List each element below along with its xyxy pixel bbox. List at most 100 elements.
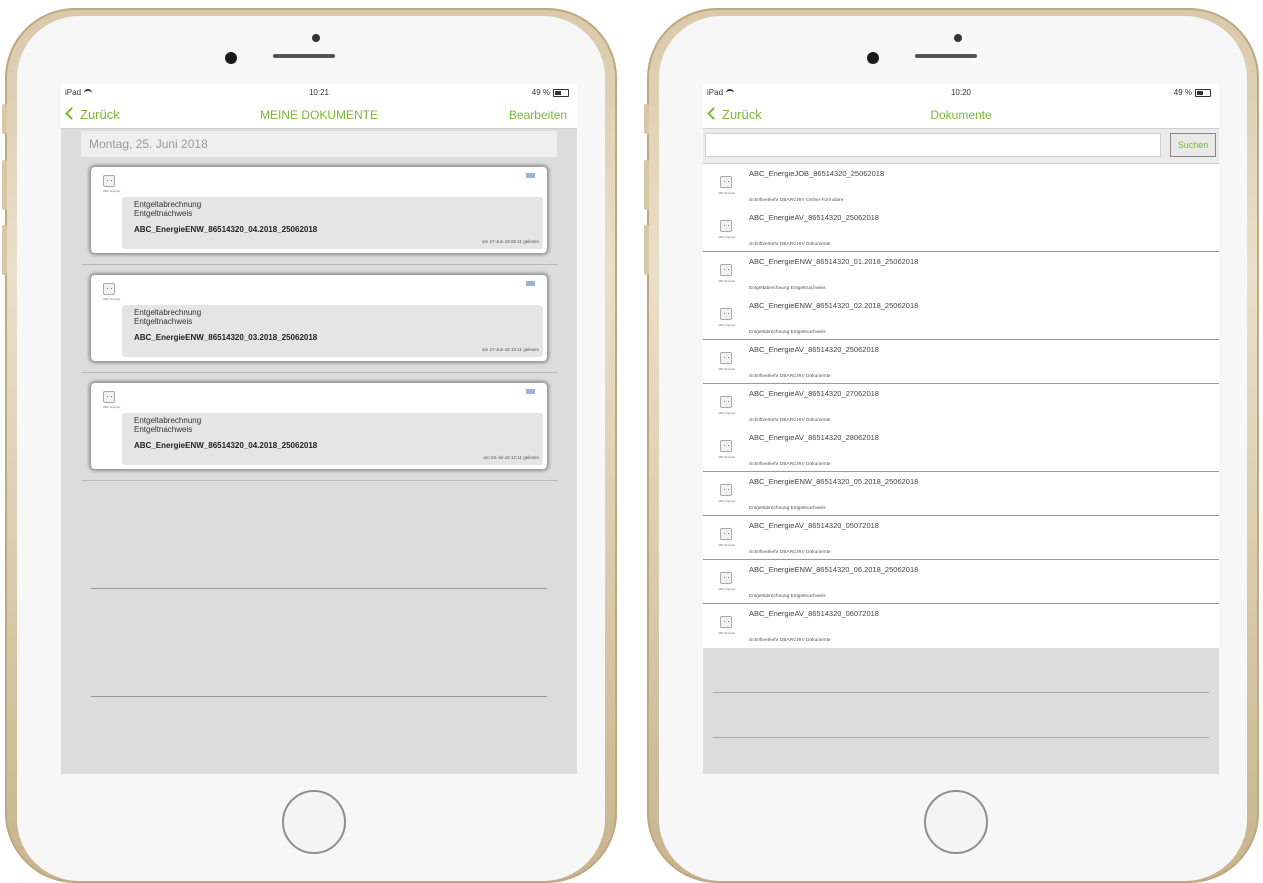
search-button[interactable]: Suchen: [1170, 133, 1216, 157]
document-list: ABC Energie ABC_EnergieJOB_86514320_25062…: [703, 164, 1219, 648]
category-line-2: Entgeltnachweis: [134, 425, 193, 434]
screen: iPad 10:21 49 % Zurück MEINE DOKUMENTE B…: [61, 84, 577, 774]
document-category: Schriftverkehr DBARCHIV Dokumente: [749, 418, 831, 423]
search-bar: Suchen: [703, 129, 1219, 164]
volume-down-button: [2, 225, 7, 275]
list-item[interactable]: ABC Energie ABC_EnergieENW_86514320_05.20…: [703, 472, 1219, 516]
read-timestamp: am 27-Jun-18 05:11 gelesen: [482, 239, 539, 244]
file-name: ABC_EnergieENW_86514320_04.2018_25062018: [134, 225, 318, 234]
document-category: Schriftverkehr DBARCHIV Dokumente: [749, 374, 831, 379]
document-icon-label: ABC Energie: [718, 455, 736, 459]
document-name: ABC_EnergieAV_86514320_27062018: [749, 389, 879, 398]
read-timestamp: am 04-Jul-18 12:11 gelesen: [483, 455, 539, 460]
empty-row: [713, 648, 1209, 693]
speaker-grille: [273, 54, 335, 58]
document-icon-label: ABC Energie: [718, 587, 736, 591]
file-name: ABC_EnergieENW_86514320_03.2018_25062018: [134, 333, 318, 342]
document-name: ABC_EnergieAV_86514320_25062018: [749, 345, 879, 354]
search-input[interactable]: [705, 133, 1161, 157]
list-item[interactable]: ABC Energie ABC_EnergieENW_86514320_02.20…: [703, 296, 1219, 340]
document-category: Entgeltabrechnung Entgeltnachweis: [749, 506, 826, 511]
list-item[interactable]: ABC Energie ABC_EnergieAV_86514320_250620…: [703, 340, 1219, 384]
document-icon: [720, 440, 732, 452]
category-label: Entgeltabrechnung Entgeltnachweis: [134, 308, 201, 326]
document-icon-label: ABC Energie: [718, 367, 736, 371]
list-item[interactable]: ABC Energie ABC_EnergieENW_86514320_01.20…: [703, 252, 1219, 296]
page-title: Dokumente: [930, 108, 992, 122]
navigation-bar: Zurück MEINE DOKUMENTE Bearbeiten: [61, 102, 577, 129]
document-name: ABC_EnergieJOB_86514320_25062018: [749, 169, 885, 178]
category-line-2: Entgeltnachweis: [134, 317, 193, 326]
category-line-1: Entgeltabrechnung: [134, 308, 202, 317]
ipad-right: iPad 10:20 49 % Zurück Dokumente Suchen …: [644, 0, 1259, 883]
clock: 10:21: [308, 88, 330, 97]
document-category: Schriftverkehr DBARCHIV Online-Formulare: [749, 198, 844, 203]
category-line-1: Entgeltabrechnung: [134, 416, 202, 425]
document-category: Entgeltabrechnung Entgeltnachweis: [749, 594, 826, 599]
document-icon: [720, 352, 732, 364]
card-row: ABC Energie Entgeltabrechnung Entgeltnachw…: [81, 373, 557, 481]
sensor: [312, 34, 320, 42]
battery-icon: [1195, 88, 1211, 97]
volume-up-button: [2, 160, 7, 210]
category-line-1: Entgeltabrechnung: [134, 200, 202, 209]
camera-icon: [225, 52, 237, 64]
clock: 10:20: [950, 88, 972, 97]
category-line-2: Entgeltnachweis: [134, 209, 193, 218]
document-icon: [720, 616, 732, 628]
document-name: ABC_EnergieAV_86514320_25062018: [749, 213, 879, 222]
document-icon-label: ABC Energie: [718, 543, 736, 547]
unread-flag-icon: [524, 389, 535, 395]
mute-switch: [2, 104, 7, 134]
camera-icon: [867, 52, 879, 64]
list-item[interactable]: ABC Energie ABC_EnergieJOB_86514320_25062…: [703, 164, 1219, 208]
document-card-list: ABC Energie Entgeltabrechnung Entgeltnachw…: [61, 157, 577, 481]
list-item[interactable]: ABC Energie ABC_EnergieAV_86514320_280620…: [703, 428, 1219, 472]
document-icon: [103, 175, 115, 187]
home-button[interactable]: [924, 790, 988, 854]
document-icon: [720, 308, 732, 320]
volume-up-button: [644, 160, 649, 210]
document-category: Entgeltabrechnung Entgeltnachweis: [749, 286, 826, 291]
category-label: Entgeltabrechnung Entgeltnachweis: [134, 416, 201, 434]
document-icon: [103, 391, 115, 403]
list-item[interactable]: ABC Energie ABC_EnergieAV_86514320_250620…: [703, 208, 1219, 252]
card-body: Entgeltabrechnung Entgeltnachweis ABC_Ener…: [122, 305, 543, 357]
document-name: ABC_EnergieAV_86514320_05072018: [749, 521, 879, 530]
page-title: MEINE DOKUMENTE: [259, 108, 378, 122]
list-empty-area: [703, 648, 1219, 738]
speaker-grille: [915, 54, 977, 58]
edit-button[interactable]: Bearbeiten: [509, 108, 567, 122]
document-icon-label: ABC Energie: [718, 191, 736, 195]
document-icon: [720, 396, 732, 408]
list-item[interactable]: ABC Energie ABC_EnergieAV_86514320_060720…: [703, 604, 1219, 648]
document-category: Schriftverkehr DBARCHIV Dokumente: [749, 462, 831, 467]
document-name: ABC_EnergieENW_86514320_01.2018_25062018: [749, 257, 919, 266]
document-icon-label: ABC Energie: [718, 279, 736, 283]
status-bar: iPad 10:20 49 %: [703, 84, 1219, 102]
document-icon-label: ABC Energie: [103, 405, 121, 409]
document-card[interactable]: ABC Energie Entgeltabrechnung Entgeltnachw…: [91, 275, 547, 361]
read-timestamp: am 27-Jun-18 10:11 gelesen: [482, 347, 539, 352]
empty-row: [91, 589, 547, 697]
document-icon-label: ABC Energie: [103, 189, 121, 193]
volume-down-button: [644, 225, 649, 275]
category-label: Entgeltabrechnung Entgeltnachweis: [134, 200, 201, 218]
home-button[interactable]: [282, 790, 346, 854]
document-icon: [720, 484, 732, 496]
list-item[interactable]: ABC Energie ABC_EnergieAV_86514320_050720…: [703, 516, 1219, 560]
document-card[interactable]: ABC Energie Entgeltabrechnung Entgeltnachw…: [91, 383, 547, 469]
empty-row: [91, 481, 547, 589]
document-icon-label: ABC Energie: [718, 235, 736, 239]
document-icon: [720, 176, 732, 188]
document-name: ABC_EnergieAV_86514320_06072018: [749, 609, 879, 618]
file-name: ABC_EnergieENW_86514320_04.2018_25062018: [134, 441, 318, 450]
card-body: Entgeltabrechnung Entgeltnachweis ABC_Ener…: [122, 197, 543, 249]
document-name: ABC_EnergieENW_86514320_06.2018_25062018: [749, 565, 919, 574]
document-card[interactable]: ABC Energie Entgeltabrechnung Entgeltnachw…: [91, 167, 547, 253]
list-item[interactable]: ABC Energie ABC_EnergieENW_86514320_06.20…: [703, 560, 1219, 604]
list-item[interactable]: ABC Energie ABC_EnergieAV_86514320_270620…: [703, 384, 1219, 428]
document-icon-label: ABC Energie: [718, 631, 736, 635]
document-category: Entgeltabrechnung Entgeltnachweis: [749, 330, 826, 335]
document-icon: [720, 264, 732, 276]
